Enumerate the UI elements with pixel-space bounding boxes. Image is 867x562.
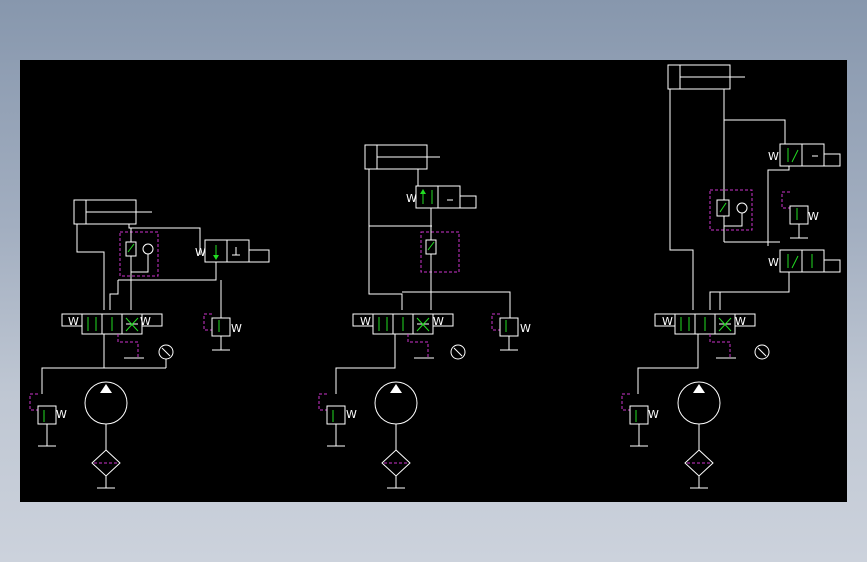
relief-valve-1a[interactable]: W	[29, 393, 67, 447]
hydraulic-pump-3[interactable]	[677, 381, 721, 450]
spring-label: W	[768, 256, 779, 269]
hydraulic-pump-2[interactable]	[374, 381, 418, 450]
relief-valve-2b[interactable]: W	[491, 313, 531, 351]
relief-valve-3c[interactable]: W	[781, 191, 819, 239]
solenoid-valve-3a[interactable]: W	[768, 143, 841, 167]
spring-label: W	[808, 210, 819, 223]
solenoid-valve-1[interactable]: W	[195, 239, 270, 263]
circuit-3: W W W W W W	[621, 64, 841, 489]
spring-label: W	[735, 315, 746, 328]
filter-2[interactable]	[381, 449, 411, 489]
cad-viewport[interactable]: W W W W W W W W W W W W W W W W	[20, 60, 847, 502]
solenoid-valve-2[interactable]: W	[406, 185, 477, 209]
directional-valve-3[interactable]: W W	[654, 313, 756, 335]
circuit-2: W W W W W	[318, 144, 531, 489]
pilot-check-valve-1[interactable]	[119, 228, 159, 280]
spring-label: W	[231, 322, 242, 335]
filter-1[interactable]	[91, 449, 121, 489]
directional-valve-1[interactable]: W W	[61, 313, 163, 335]
hydraulic-pump-1[interactable]	[84, 381, 128, 450]
pressure-gauge-3[interactable]	[754, 344, 770, 360]
spring-label: W	[768, 150, 779, 163]
pressure-gauge-1[interactable]	[158, 344, 174, 368]
circuit-1: W W W W W	[29, 199, 270, 489]
spring-label: W	[662, 315, 673, 328]
spring-label: W	[433, 315, 444, 328]
relief-valve-1b[interactable]: W	[203, 313, 242, 351]
hydraulic-cylinder-1[interactable]	[73, 199, 152, 225]
hydraulic-cylinder-3[interactable]	[667, 64, 745, 90]
relief-valve-3a[interactable]: W	[621, 393, 659, 447]
relief-valve-2a[interactable]: W	[318, 393, 357, 447]
hydraulic-schematic: W W W W W W W W W W W W W W W W	[29, 64, 841, 489]
solenoid-valve-3b[interactable]: W	[768, 249, 841, 273]
directional-valve-2[interactable]: W W	[352, 313, 454, 335]
pressure-gauge-2[interactable]	[450, 344, 466, 360]
spring-label: W	[648, 408, 659, 421]
spring-label: W	[140, 315, 151, 328]
hydraulic-cylinder-2[interactable]	[364, 144, 440, 170]
spring-label: W	[520, 322, 531, 335]
spring-label: W	[68, 315, 79, 328]
spring-label: W	[195, 246, 206, 259]
spring-label: W	[360, 315, 371, 328]
filter-3[interactable]	[684, 449, 714, 489]
spring-label: W	[56, 408, 67, 421]
pilot-check-valve-3[interactable]	[709, 120, 753, 242]
spring-label: W	[406, 192, 417, 205]
spring-label: W	[346, 408, 357, 421]
pilot-check-valve-2[interactable]	[420, 208, 460, 292]
